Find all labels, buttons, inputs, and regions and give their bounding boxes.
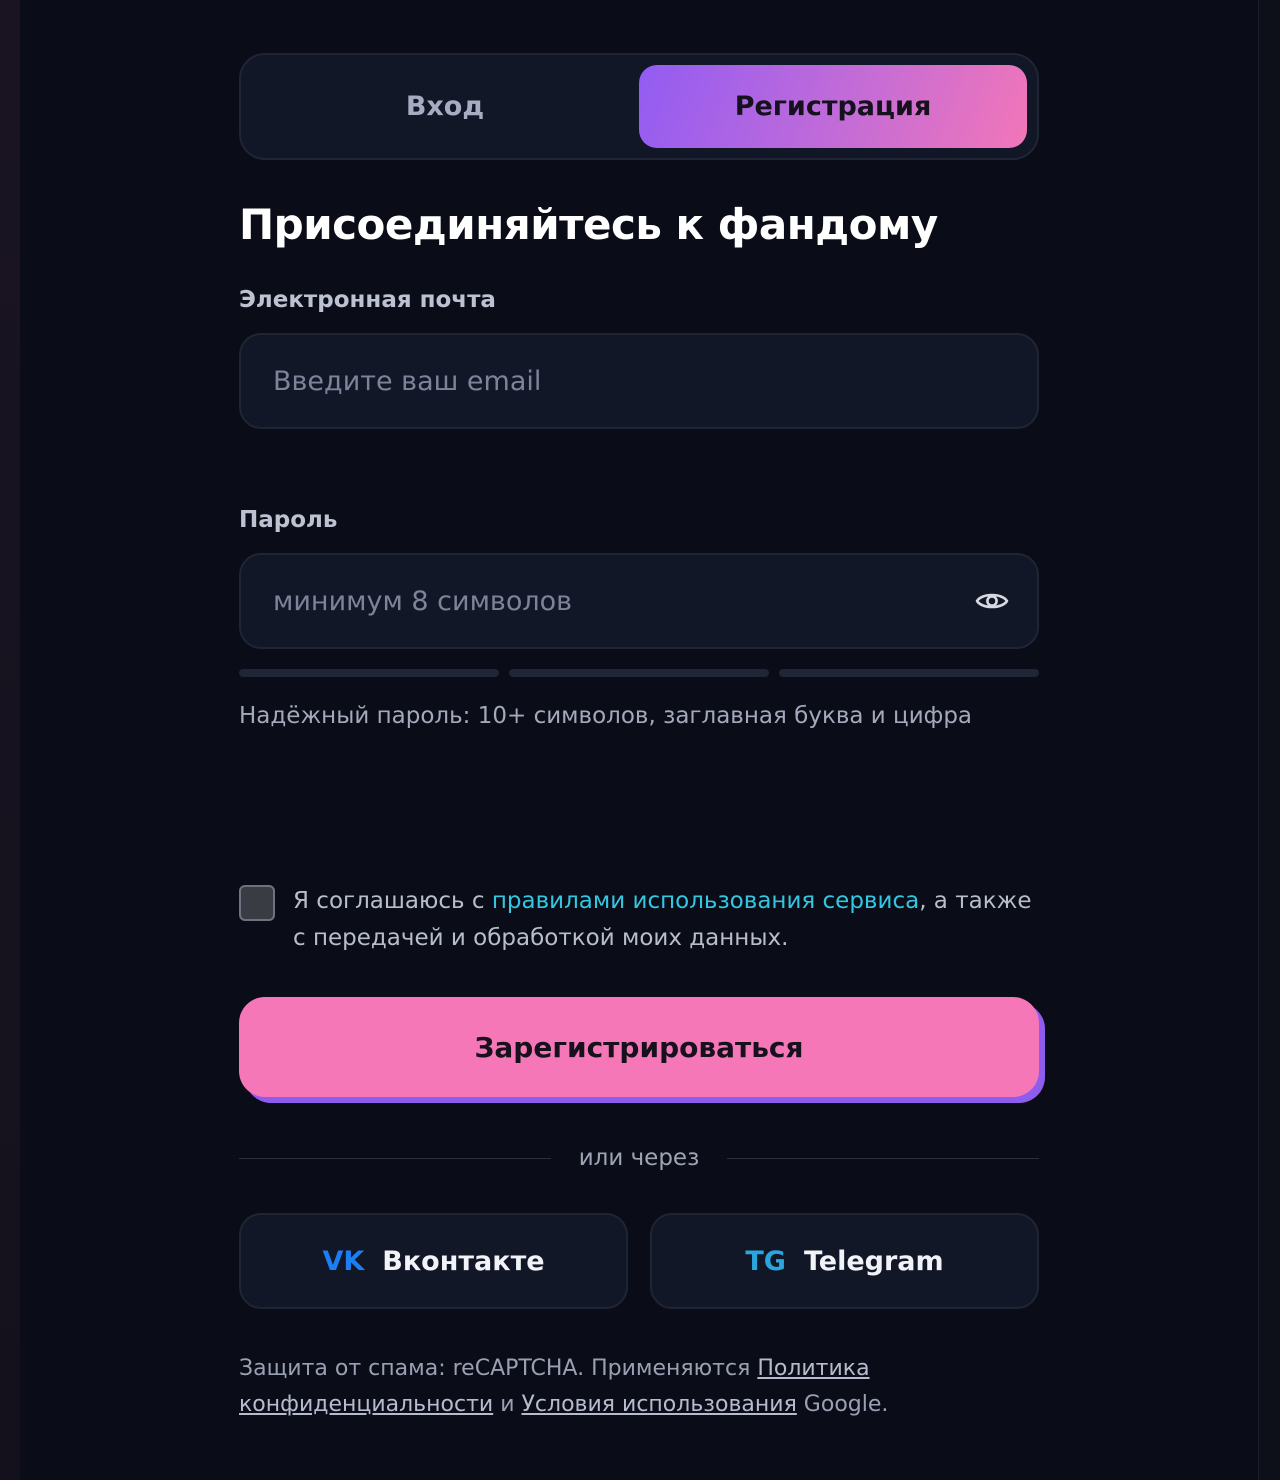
left-edge-decoration <box>0 0 20 1480</box>
password-strength-meter <box>239 669 1039 677</box>
tab-register[interactable]: Регистрация <box>639 65 1027 148</box>
terms-of-service-link[interactable]: Условия использования <box>522 1392 797 1417</box>
password-label: Пароль <box>239 507 338 533</box>
telegram-label: Telegram <box>803 1245 944 1277</box>
right-scroll-track[interactable] <box>1258 0 1280 1480</box>
footer-prefix: Защита от спама: reCAPTCHA. Применяются <box>239 1356 758 1381</box>
agreement-checkbox[interactable] <box>239 885 275 921</box>
agreement-text: Я соглашаюсь с правилами использования с… <box>293 883 1039 957</box>
tab-login[interactable]: Вход <box>251 65 639 148</box>
password-input[interactable] <box>273 585 1005 617</box>
recaptcha-notice: Защита от спама: reCAPTCHA. Применяются … <box>239 1351 1039 1423</box>
divider-line <box>727 1157 1040 1159</box>
email-label: Электронная почта <box>239 287 496 313</box>
register-button[interactable]: Зарегистрироваться <box>239 997 1039 1097</box>
agreement-row: Я соглашаюсь с правилами использования с… <box>239 885 1039 957</box>
page-title: Присоединяйтесь к фандому <box>239 200 938 249</box>
agreement-prefix: Я соглашаюсь с <box>293 888 492 914</box>
terms-link[interactable]: правилами использования сервиса <box>492 888 919 914</box>
social-buttons: VK Вконтакте TG Telegram <box>239 1213 1039 1309</box>
vk-login-button[interactable]: VK Вконтакте <box>239 1213 628 1309</box>
vk-label: Вконтакте <box>382 1245 545 1277</box>
email-input[interactable] <box>273 365 1005 397</box>
divider-text: или через <box>578 1145 700 1171</box>
submit-wrap: Зарегистрироваться <box>239 997 1045 1103</box>
auth-panel: Вход Регистрация Присоединяйтесь к фандо… <box>239 53 1045 1423</box>
strength-segment <box>779 669 1039 677</box>
eye-icon[interactable] <box>975 589 1009 613</box>
auth-tabs: Вход Регистрация <box>239 53 1039 160</box>
footer-suffix: Google. <box>796 1392 889 1417</box>
telegram-icon: TG <box>745 1245 786 1277</box>
strength-segment <box>239 669 499 677</box>
password-field-container <box>239 553 1039 649</box>
email-field-container <box>239 333 1039 429</box>
social-divider: или через <box>239 1145 1040 1171</box>
vk-icon: VK <box>322 1245 365 1277</box>
telegram-login-button[interactable]: TG Telegram <box>650 1213 1039 1309</box>
strength-segment <box>509 669 769 677</box>
footer-middle: и <box>493 1392 522 1417</box>
divider-line <box>239 1157 551 1159</box>
password-hint: Надёжный пароль: 10+ символов, заглавная… <box>239 703 973 729</box>
